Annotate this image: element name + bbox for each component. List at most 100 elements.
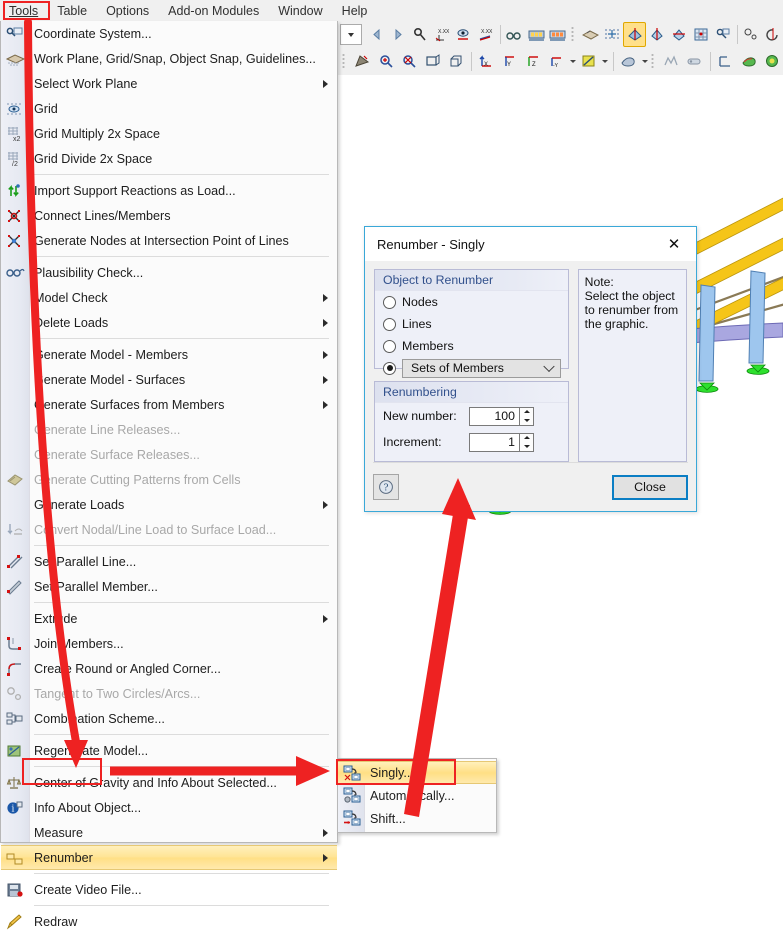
toolbar-grip-3[interactable] xyxy=(650,53,658,70)
menu-item-create-video-file[interactable]: Create Video File... xyxy=(1,877,337,902)
sets-of-members-select[interactable]: Sets of Members xyxy=(402,358,561,378)
submenu-item-singly[interactable]: Singly... xyxy=(338,761,496,784)
forward-arrow-icon[interactable] xyxy=(388,23,409,46)
menu-item-center-of-gravity[interactable]: Center of Gravity and Info About Selecte… xyxy=(1,770,337,795)
selected-object-icon[interactable] xyxy=(623,22,646,47)
work-plane-tb-icon[interactable] xyxy=(580,23,601,46)
wire-icon[interactable] xyxy=(660,50,682,73)
increment-stepper[interactable] xyxy=(469,432,534,452)
menu-item-generate-nodes-intersection[interactable]: Generate Nodes at Intersection Point of … xyxy=(1,228,337,253)
menu-item-plausibility-check[interactable]: Plausibility Check... xyxy=(1,260,337,285)
renumber-singly-dialog[interactable]: Renumber - Singly ✕ Object to Renumber N… xyxy=(364,226,697,512)
menu-item-work-plane[interactable]: Work Plane, Grid/Snap, Object Snap, Guid… xyxy=(1,46,337,71)
zoom-box-icon[interactable] xyxy=(422,50,444,73)
menu-item-select-work-plane[interactable]: Select Work Plane xyxy=(1,71,337,96)
radio-lines[interactable]: Lines xyxy=(375,313,568,335)
axis-y-icon[interactable]: Y xyxy=(499,50,521,73)
menu-item-measure[interactable]: Measure xyxy=(1,820,337,845)
toolbar-grip-2[interactable] xyxy=(342,53,349,70)
menu-item-generate-model-members[interactable]: Generate Model - Members xyxy=(1,342,337,367)
menu-item-renumber[interactable]: Renumber xyxy=(1,845,337,870)
axes-icon[interactable] xyxy=(714,50,736,73)
coord-system-tb-icon[interactable] xyxy=(712,23,733,46)
spin-up-icon[interactable] xyxy=(520,408,533,417)
view-dropdown[interactable] xyxy=(340,24,362,45)
rotate-tb-icon[interactable] xyxy=(763,23,783,46)
menu-item-generate-loads[interactable]: Generate Loads xyxy=(1,492,337,517)
axis-z-icon[interactable]: Z xyxy=(522,50,544,73)
menu-item-combination-scheme[interactable]: Combination Scheme... xyxy=(1,706,337,731)
menu-item-set-parallel-member[interactable]: Set Parallel Member... xyxy=(1,574,337,599)
close-icon[interactable]: ✕ xyxy=(652,227,696,260)
menu-item-extrude[interactable]: Extrude xyxy=(1,606,337,631)
render-table-icon[interactable] xyxy=(526,23,547,46)
object-xy-icon[interactable] xyxy=(647,23,668,46)
menu-item-set-parallel-line[interactable]: Set Parallel Line... xyxy=(1,549,337,574)
snap-grid-icon[interactable] xyxy=(601,23,622,46)
grid-points-icon[interactable] xyxy=(691,23,712,46)
spin-down-icon[interactable] xyxy=(520,442,533,451)
menu-item-grid-divide[interactable]: /2 Grid Divide 2x Space xyxy=(1,146,337,171)
mouse-select-icon[interactable] xyxy=(351,50,373,73)
zoom-3d-icon[interactable] xyxy=(445,50,467,73)
increment-spin-buttons[interactable] xyxy=(519,432,534,452)
menu-item-regenerate-model[interactable]: Regenerate Model... xyxy=(1,738,337,763)
render-mode-icon[interactable] xyxy=(578,50,600,73)
new-number-input[interactable] xyxy=(469,406,519,426)
menubar-item-addon-modules[interactable]: Add-on Modules xyxy=(159,2,268,20)
menu-item-redraw[interactable]: Redraw xyxy=(1,909,337,934)
shading-dropdown-arrow-icon[interactable] xyxy=(640,50,649,73)
toolbar-grip[interactable] xyxy=(570,26,578,43)
menubar-item-table[interactable]: Table xyxy=(48,2,96,20)
axis-x-icon[interactable]: X xyxy=(475,50,497,73)
menu-item-grid-multiply[interactable]: x2 Grid Multiply 2x Space xyxy=(1,121,337,146)
radio-nodes-button[interactable] xyxy=(383,295,396,309)
render-dropdown-arrow-icon[interactable] xyxy=(601,50,610,73)
new-number-stepper[interactable] xyxy=(469,406,534,426)
glasses-icon[interactable] xyxy=(504,23,525,46)
radio-members[interactable]: Members xyxy=(375,335,568,357)
results-icon[interactable] xyxy=(738,50,760,73)
view-eye-icon[interactable] xyxy=(454,23,475,46)
axis-dropdown-arrow-icon[interactable] xyxy=(569,50,578,73)
zoom-in-icon[interactable] xyxy=(375,50,397,73)
menu-item-coordinate-system[interactable]: Coordinate System... xyxy=(1,21,337,46)
radio-nodes[interactable]: Nodes xyxy=(375,291,568,313)
menubar-item-tools[interactable]: Tools xyxy=(0,2,47,20)
menu-item-generate-surfaces-from-members[interactable]: Generate Surfaces from Members xyxy=(1,392,337,417)
radio-members-button[interactable] xyxy=(383,339,396,353)
menu-item-connect-lines-members[interactable]: Connect Lines/Members xyxy=(1,203,337,228)
object-xz-icon[interactable] xyxy=(669,23,690,46)
radio-lines-button[interactable] xyxy=(383,317,396,331)
shading-icon[interactable] xyxy=(617,50,639,73)
menu-item-model-check[interactable]: Model Check xyxy=(1,285,337,310)
menu-item-grid[interactable]: Grid xyxy=(1,96,337,121)
render-table-2-icon[interactable] xyxy=(548,23,569,46)
menu-item-join-members[interactable]: Join Members... xyxy=(1,631,337,656)
radio-sets-of-members-button[interactable] xyxy=(383,361,396,375)
menu-item-create-round-corner[interactable]: Create Round or Angled Corner... xyxy=(1,656,337,681)
submenu-item-shift[interactable]: Shift... xyxy=(338,807,496,830)
menu-item-generate-model-surfaces[interactable]: Generate Model - Surfaces xyxy=(1,367,337,392)
connect-icon[interactable] xyxy=(684,50,706,73)
menubar-item-options[interactable]: Options xyxy=(97,2,158,20)
close-button[interactable]: Close xyxy=(612,474,688,500)
spin-up-icon[interactable] xyxy=(520,434,533,443)
menubar-item-help[interactable]: Help xyxy=(333,2,377,20)
new-number-spin-buttons[interactable] xyxy=(519,406,534,426)
help-icon[interactable]: ? xyxy=(373,474,399,500)
menubar-item-window[interactable]: Window xyxy=(269,2,331,20)
submenu-item-automatically[interactable]: Automatically... xyxy=(338,784,496,807)
renumber-submenu[interactable]: Singly... Automatically... Shift... xyxy=(337,758,497,833)
spin-down-icon[interactable] xyxy=(520,416,533,425)
tools-dropdown-menu[interactable]: Coordinate System... Work Plane, Grid/Sn… xyxy=(0,21,338,929)
radio-sets-of-members[interactable]: Sets of Members xyxy=(375,357,568,379)
zoom-out-icon[interactable] xyxy=(398,50,420,73)
menu-item-import-support-reactions[interactable]: Import Support Reactions as Load... xyxy=(1,178,337,203)
back-arrow-icon[interactable] xyxy=(366,23,387,46)
dim-xx-2-icon[interactable]: X.XX xyxy=(475,23,496,46)
menu-item-delete-loads[interactable]: Delete Loads xyxy=(1,310,337,335)
dim-xx-icon[interactable]: X.XX xyxy=(432,23,453,46)
axis-ny-icon[interactable]: -Y xyxy=(546,50,568,73)
menu-item-info-about-object[interactable]: i Info About Object... xyxy=(1,795,337,820)
